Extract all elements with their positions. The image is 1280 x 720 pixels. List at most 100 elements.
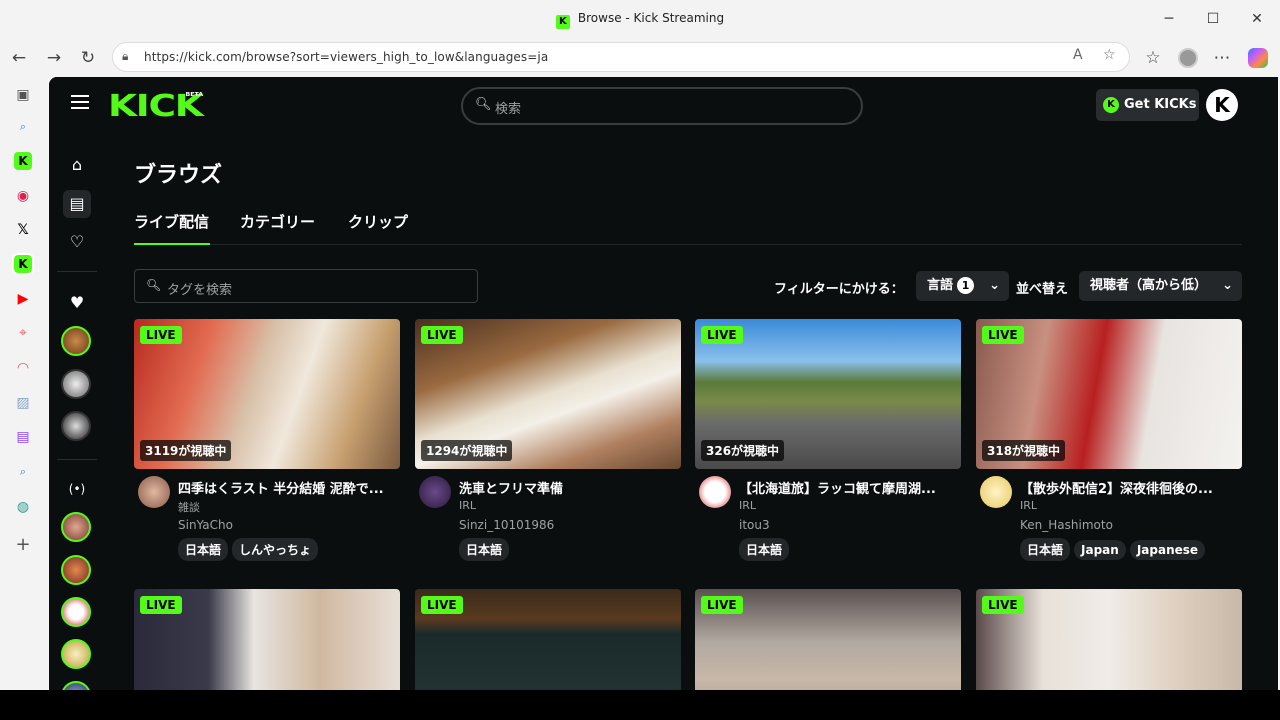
search-sidebar-icon[interactable]: ⌕: [14, 118, 32, 136]
live-channels-icon: (•): [68, 482, 86, 496]
copilot-icon[interactable]: [1248, 48, 1268, 68]
channel-avatar[interactable]: [138, 476, 170, 508]
maximize-icon[interactable]: ☐: [1202, 8, 1224, 30]
followed-channel-avatar[interactable]: [61, 326, 91, 356]
stream-thumbnail[interactable]: LIVE: [976, 589, 1242, 690]
stream-card[interactable]: LIVE: [134, 589, 400, 690]
forward-icon[interactable]: →: [42, 46, 66, 70]
lock-icon: 🔒︎: [122, 49, 129, 63]
recommended-channel-avatar[interactable]: [61, 681, 91, 690]
stream-thumbnail[interactable]: LIVE 3119が視聴中: [134, 319, 400, 469]
recommended-channel-avatar[interactable]: [61, 639, 91, 669]
globe-icon[interactable]: ◍: [14, 498, 32, 516]
stream-card[interactable]: LIVE 3119が視聴中 四季はくラスト 半分結婚 泥酔で... 雑談 Sin…: [134, 319, 400, 561]
kick-app-active-icon[interactable]: K: [12, 253, 34, 275]
stream-title[interactable]: 四季はくラスト 半分結婚 泥酔で...: [178, 478, 400, 497]
tabs-icon[interactable]: ▣: [14, 86, 32, 104]
browse-main: ブラウズ ライブ配信 カテゴリー クリップ 🔍︎ タグを検索 フィルターにかける…: [134, 135, 1244, 690]
location-icon[interactable]: ⌖: [14, 324, 32, 342]
live-badge: LIVE: [421, 596, 463, 614]
minimize-icon[interactable]: ─: [1158, 8, 1180, 30]
tag-search-placeholder: タグを検索: [167, 283, 233, 298]
stream-thumbnail[interactable]: LIVE: [415, 589, 681, 690]
image-app-icon[interactable]: ▨: [14, 394, 32, 412]
stream-card[interactable]: LIVE 326が視聴中 【北海道旅】ラッコ観て摩周湖... IRL itou3…: [695, 319, 961, 561]
stream-category[interactable]: 雑談: [178, 499, 200, 515]
tag-chip[interactable]: しんやっちょ: [232, 538, 319, 561]
tag-chip[interactable]: 日本語: [178, 538, 229, 561]
read-aloud-icon[interactable]: A: [1073, 47, 1083, 63]
stream-thumbnail[interactable]: LIVE 326が視聴中: [695, 319, 961, 469]
sort-dropdown[interactable]: 視聴者（高から低） ⌄: [1079, 271, 1242, 301]
tab-categories[interactable]: カテゴリー: [240, 211, 315, 245]
tab-clips[interactable]: クリップ: [348, 211, 408, 245]
recommended-channel-avatar[interactable]: [61, 512, 91, 542]
profile-avatar[interactable]: [1178, 48, 1198, 68]
stream-card[interactable]: LIVE: [695, 589, 961, 690]
stream-thumbnail[interactable]: LIVE 1294が視聴中: [415, 319, 681, 469]
search-input[interactable]: 🔍︎ 検索: [461, 87, 863, 125]
live-badge: LIVE: [982, 326, 1024, 344]
followed-channel-avatar[interactable]: [61, 411, 91, 441]
channel-name[interactable]: itou3: [739, 518, 770, 532]
following-icon[interactable]: ♡: [63, 228, 91, 256]
youtube-icon[interactable]: ▶: [14, 290, 32, 308]
browse-icon[interactable]: ▤: [63, 190, 91, 218]
viewer-count: 318が視聴中: [982, 440, 1066, 461]
favorites-icon[interactable]: ☆: [1141, 46, 1165, 70]
stream-category[interactable]: IRL: [1020, 499, 1037, 512]
tag-chip[interactable]: Japanese: [1129, 540, 1206, 560]
stream-thumbnail[interactable]: LIVE: [134, 589, 400, 690]
address-bar[interactable]: 🔒︎ https://kick.com/browse?sort=viewers_…: [112, 42, 1130, 72]
tag-search-input[interactable]: 🔍︎ タグを検索: [134, 269, 478, 303]
add-icon[interactable]: +: [14, 536, 32, 554]
followed-channel-avatar[interactable]: [61, 369, 91, 399]
recommended-channel-avatar[interactable]: [61, 597, 91, 627]
channel-name[interactable]: Sinzi_10101986: [459, 518, 554, 532]
stream-thumbnail[interactable]: LIVE 318が視聴中: [976, 319, 1242, 469]
favorite-star-icon[interactable]: ☆: [1103, 47, 1116, 63]
kicks-coin-icon: K: [1103, 97, 1119, 113]
stream-title[interactable]: 洗車とフリマ準備: [459, 478, 681, 497]
tag-chip[interactable]: Japan: [1074, 540, 1126, 560]
kick-logo[interactable]: KICK BETA: [108, 89, 204, 124]
x-app-icon[interactable]: 𝕏: [14, 221, 32, 239]
stream-card[interactable]: LIVE 1294が視聴中 洗車とフリマ準備 IRL Sinzi_1010198…: [415, 319, 681, 561]
app-icon[interactable]: ◉: [14, 187, 32, 205]
channel-avatar[interactable]: [699, 476, 731, 508]
live-badge: LIVE: [701, 326, 743, 344]
tab-live[interactable]: ライブ配信: [134, 211, 210, 245]
channel-name[interactable]: SinYaCho: [178, 518, 233, 532]
kick-app-icon[interactable]: K: [14, 152, 32, 170]
search-icon: 🔍︎: [475, 97, 492, 112]
get-kicks-button[interactable]: K Get KICKs: [1096, 89, 1199, 121]
close-icon[interactable]: ✕: [1246, 8, 1268, 30]
tag-chip[interactable]: 日本語: [1020, 538, 1071, 561]
stream-thumbnail[interactable]: LIVE: [695, 589, 961, 690]
recommended-channel-avatar[interactable]: [61, 555, 91, 585]
stream-category[interactable]: IRL: [459, 499, 476, 512]
channel-name[interactable]: Ken_Hashimoto: [1020, 518, 1113, 532]
stream-title[interactable]: 【散歩外配信2】深夜徘徊後の...: [1020, 478, 1242, 497]
channel-avatar[interactable]: [419, 476, 451, 508]
stream-card[interactable]: LIVE: [976, 589, 1242, 690]
language-filter-button[interactable]: 言語 1 ⌄: [916, 271, 1009, 301]
refresh-icon[interactable]: ↻: [76, 46, 100, 70]
gauge-icon[interactable]: ◠: [14, 359, 32, 377]
tag-chip[interactable]: 日本語: [739, 538, 790, 561]
search-app-icon[interactable]: ⌕: [14, 463, 32, 481]
browser-window: K Browse - Kick Streaming ─ ☐ ✕ ← → ↻ 🔒︎ …: [0, 0, 1280, 690]
stream-category[interactable]: IRL: [739, 499, 756, 512]
user-avatar[interactable]: K: [1206, 89, 1238, 121]
channel-avatar[interactable]: [980, 476, 1012, 508]
home-icon[interactable]: ⌂: [63, 151, 91, 179]
tag-chip[interactable]: 日本語: [459, 538, 510, 561]
stream-title[interactable]: 【北海道旅】ラッコ観て摩周湖...: [739, 478, 961, 497]
get-kicks-label: Get KICKs: [1124, 97, 1197, 112]
twitch-icon[interactable]: ▤: [14, 428, 32, 446]
stream-card[interactable]: LIVE: [415, 589, 681, 690]
more-menu-icon[interactable]: ⋯: [1210, 46, 1234, 70]
back-icon[interactable]: ←: [7, 46, 31, 70]
stream-card[interactable]: LIVE 318が視聴中 【散歩外配信2】深夜徘徊後の... IRL Ken_H…: [976, 319, 1242, 561]
menu-icon[interactable]: [71, 95, 89, 109]
